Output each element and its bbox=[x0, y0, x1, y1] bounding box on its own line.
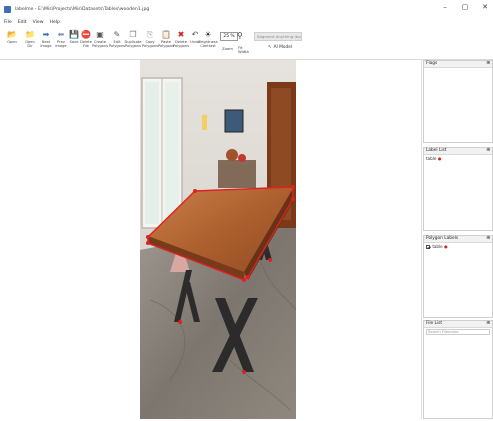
brightness-icon: ☀ bbox=[204, 30, 212, 39]
duplicate-polygons-label: Duplicate Polygons bbox=[124, 40, 142, 48]
flags-panel-header: Flags ⊞ bbox=[424, 61, 492, 68]
ai-model-label: AI Model bbox=[273, 45, 293, 50]
menu-file[interactable]: File bbox=[4, 20, 12, 25]
menu-help[interactable]: Help bbox=[50, 20, 60, 25]
brightness-contrast-button[interactable]: ☀ Brightness Contrast bbox=[198, 30, 218, 58]
copy-polygons-icon: ⎘ bbox=[146, 30, 154, 39]
polygon-vertex-handle[interactable] bbox=[268, 258, 272, 262]
create-polygons-button[interactable]: ▣ Create Polygons bbox=[91, 30, 109, 58]
open-label: Open bbox=[7, 40, 17, 44]
open-dir-label: Open Dir bbox=[25, 40, 35, 48]
toolbar: 25 % Zoom ⚲ Fit Width Segment Anything (… bbox=[0, 27, 493, 60]
edit-icon: ✎ bbox=[113, 30, 121, 39]
maximize-button[interactable]: ▢ bbox=[461, 3, 469, 11]
polygon-vertex-handle[interactable] bbox=[146, 235, 150, 239]
polygon-labels-panel-header: Polygon Labels ⊞ bbox=[424, 236, 492, 243]
copy-polygons-label: Copy Polygons bbox=[142, 40, 158, 48]
file-search-input[interactable]: Search Filename bbox=[426, 329, 490, 335]
polygon-vertex-handle[interactable] bbox=[193, 189, 197, 193]
list-item[interactable]: table ● bbox=[426, 156, 490, 161]
list-item[interactable]: table ● bbox=[426, 244, 490, 249]
folder-icon: 📂 bbox=[7, 30, 17, 39]
polygon-vertex-handle[interactable] bbox=[246, 275, 250, 279]
polygon-vertex-handle[interactable] bbox=[178, 320, 182, 324]
minimize-button[interactable]: – bbox=[441, 3, 449, 11]
brightness-contrast-label: Brightness Contrast bbox=[198, 40, 218, 48]
cursor-icon: ↖ bbox=[268, 45, 272, 50]
folder-open-icon: 📁 bbox=[25, 30, 35, 39]
label-name: table bbox=[426, 156, 437, 161]
annotated-image[interactable] bbox=[140, 60, 296, 419]
window-title: labelme - E:\Mis\Projects\Mis\Datasets\T… bbox=[15, 6, 150, 12]
label-list-panel: Label List ⊞ table ● bbox=[423, 147, 493, 231]
app-icon bbox=[4, 5, 11, 13]
label-list-panel-header: Label List ⊞ bbox=[424, 148, 492, 155]
zoom-input[interactable]: 25 % bbox=[220, 32, 238, 41]
delete-file-icon: ⛔ bbox=[81, 30, 91, 39]
polygon-vertex-handle[interactable] bbox=[291, 197, 295, 201]
polygon-label-name: table bbox=[432, 244, 443, 249]
delete-cross-icon: ✖ bbox=[177, 30, 185, 39]
dock-pin-icon[interactable]: ⊞ bbox=[486, 321, 490, 327]
fit-width-icon[interactable]: ⚲ bbox=[237, 31, 243, 40]
close-button[interactable]: ✕ bbox=[481, 3, 489, 11]
polygon-labels-panel: Polygon Labels ⊞ table ● bbox=[423, 235, 493, 318]
table-photo bbox=[140, 60, 296, 419]
ai-model-button[interactable]: ↖ AI Model bbox=[268, 45, 292, 50]
label-list-panel-title: Label List bbox=[426, 148, 447, 153]
ai-model-select[interactable]: Segment Anything (balanced) bbox=[254, 32, 302, 41]
polygon-vertex-handle[interactable] bbox=[146, 241, 150, 245]
visibility-checkbox[interactable] bbox=[426, 245, 430, 249]
paste-icon: 📋 bbox=[161, 30, 171, 39]
polygon-vertex-handle[interactable] bbox=[242, 370, 246, 374]
polygon-vertex-handle[interactable] bbox=[291, 185, 295, 189]
create-polygons-label: Create Polygons bbox=[92, 40, 108, 48]
label-color-swatch: ● bbox=[437, 156, 442, 161]
flags-panel: Flags ⊞ bbox=[423, 60, 493, 143]
polygon-icon: ▣ bbox=[96, 30, 104, 39]
menu-bar: File Edit View Help bbox=[0, 18, 493, 26]
label-color-swatch: ● bbox=[444, 244, 448, 249]
open-button[interactable]: 📂 Open bbox=[3, 30, 21, 58]
file-list-panel: File List ⊞ Search Filename bbox=[423, 320, 493, 419]
title-bar: labelme - E:\Mis\Projects\Mis\Datasets\T… bbox=[0, 0, 493, 18]
polygon-labels-panel-title: Polygon Labels bbox=[426, 236, 459, 241]
flags-panel-title: Flags bbox=[426, 61, 438, 66]
dock-pin-icon[interactable]: ⊞ bbox=[486, 61, 490, 67]
window-controls: – ▢ ✕ bbox=[441, 3, 489, 11]
menu-edit[interactable]: Edit bbox=[18, 20, 27, 25]
menu-view[interactable]: View bbox=[33, 20, 44, 25]
zoom-label: Zoom bbox=[222, 46, 233, 51]
duplicate-polygons-button[interactable]: ❐ Duplicate Polygons bbox=[124, 30, 142, 58]
dock-pin-icon[interactable]: ⊞ bbox=[486, 236, 490, 242]
next-image-label: Next Image bbox=[40, 40, 52, 48]
copy-icon: ❐ bbox=[129, 30, 137, 39]
fit-width-label: Fit Width bbox=[238, 45, 250, 54]
dock-pin-icon[interactable]: ⊞ bbox=[486, 148, 490, 154]
image-canvas[interactable] bbox=[12, 60, 422, 419]
file-list-panel-header: File List ⊞ bbox=[424, 321, 492, 328]
arrow-right-icon: ➡ bbox=[42, 30, 50, 39]
file-list-panel-title: File List bbox=[426, 321, 443, 326]
edit-polygons-label: Edit Polygons bbox=[109, 40, 125, 48]
polygon-vertex-handle[interactable] bbox=[242, 278, 246, 282]
